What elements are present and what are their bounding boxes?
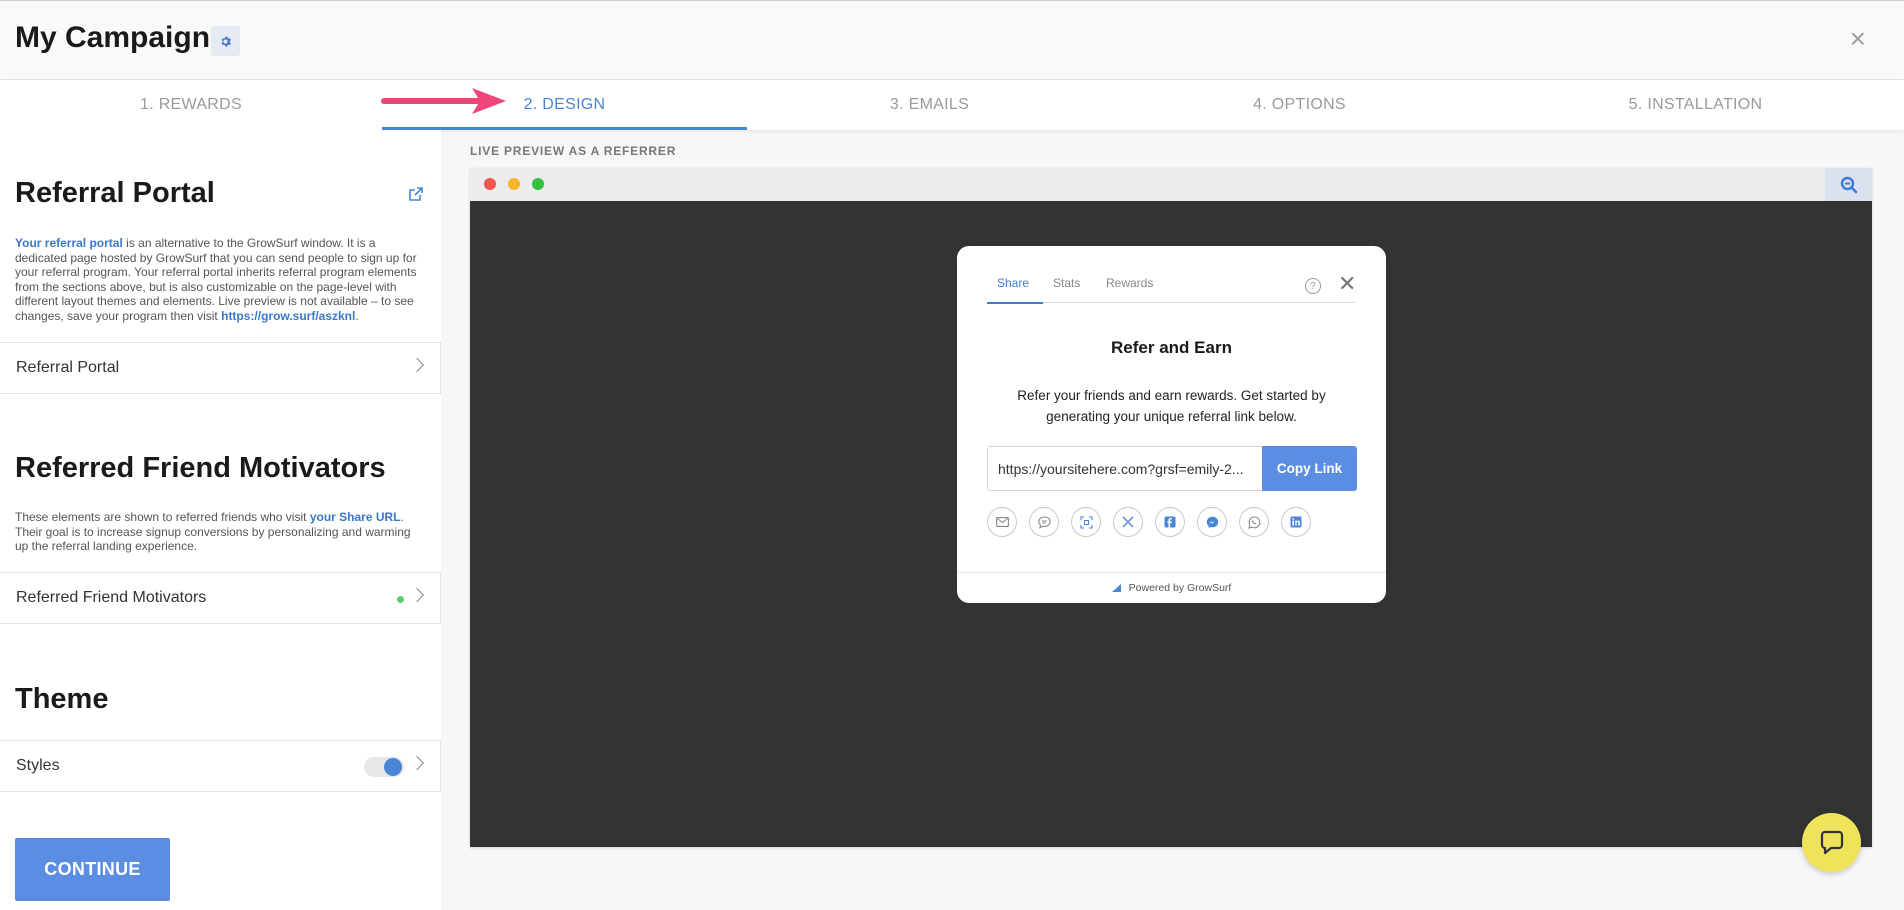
row-label: Styles [16, 757, 60, 774]
arrow-right-annotation [381, 88, 506, 114]
tab-options[interactable]: 4. OPTIONS [1112, 80, 1487, 130]
tab-emails[interactable]: 3. EMAILS [747, 80, 1112, 130]
widget-title: Refer and Earn [1111, 338, 1232, 357]
share-url-link[interactable]: your Share URL [310, 510, 401, 524]
share-icons [987, 507, 1323, 537]
page-title: My Campaign [15, 21, 211, 54]
widget-tab-indicator [987, 302, 1043, 304]
settings-button[interactable] [211, 26, 240, 56]
chevron-right-icon [409, 587, 425, 603]
help-icon[interactable]: ? [1305, 278, 1321, 294]
portal-url-link[interactable]: https://grow.surf/aszknl [221, 309, 355, 323]
referral-portal-link[interactable]: Your referral portal [15, 236, 123, 250]
referral-link-field[interactable]: https://yoursitehere.com?grsf=emily-2... [987, 446, 1263, 491]
row-label: Referred Friend Motivators [16, 589, 207, 606]
external-link-icon[interactable] [407, 185, 425, 203]
linkedin-icon[interactable] [1281, 507, 1311, 537]
chat-icon [1820, 830, 1843, 854]
gear-icon [221, 36, 231, 47]
motivators-heading: Referred Friend Motivators [15, 452, 386, 484]
zoom-out-icon [1840, 176, 1857, 193]
x-icon[interactable] [1113, 507, 1143, 537]
widget-close-icon[interactable]: ✕ [1338, 273, 1356, 295]
tab-rewards[interactable]: 1. REWARDS [0, 80, 382, 130]
referral-portal-heading: Referral Portal [15, 177, 215, 209]
referral-portal-row[interactable]: Referral Portal [0, 342, 441, 394]
referral-portal-description: Your referral portal is an alternative t… [15, 236, 417, 323]
motivators-description: These elements are shown to referred fri… [15, 510, 411, 553]
widget-tab-share[interactable]: Share [997, 276, 1029, 290]
zoom-button[interactable] [1825, 168, 1872, 201]
theme-heading: Theme [15, 683, 109, 715]
styles-row[interactable]: Styles [0, 740, 441, 792]
widget-tab-rewards[interactable]: Rewards [1106, 276, 1153, 290]
referral-widget: Share Stats Rewards ? ✕ Refer and Earn R… [957, 246, 1386, 603]
email-icon[interactable] [987, 507, 1017, 537]
chevron-right-icon [409, 755, 425, 771]
widget-footer: Powered by GrowSurf [957, 572, 1386, 603]
close-dot [484, 178, 496, 190]
browser-toolbar [470, 168, 1872, 201]
powered-by-text[interactable]: Powered by GrowSurf [1129, 582, 1232, 594]
chat-button[interactable] [1802, 813, 1861, 872]
widget-tabs: Share Stats Rewards [987, 276, 1356, 304]
motivators-row[interactable]: Referred Friend Motivators [0, 572, 441, 624]
maximize-dot [532, 178, 544, 190]
widget-tab-stats[interactable]: Stats [1053, 276, 1080, 290]
status-dot [397, 596, 404, 603]
chevron-right-icon [409, 357, 425, 373]
widget-description: Refer your friends and earn rewards. Get… [1017, 388, 1326, 424]
qr-code-icon[interactable] [1071, 507, 1101, 537]
sms-icon[interactable] [1029, 507, 1059, 537]
styles-toggle[interactable] [364, 757, 404, 777]
top-bar: My Campaign × [0, 0, 1904, 80]
growsurf-logo-icon [1111, 584, 1121, 592]
tab-installation[interactable]: 5. INSTALLATION [1487, 80, 1904, 130]
messenger-icon[interactable] [1197, 507, 1227, 537]
preview-label: LIVE PREVIEW AS A REFERRER [470, 144, 677, 158]
facebook-icon[interactable] [1155, 507, 1185, 537]
close-icon[interactable]: × [1850, 25, 1866, 53]
whatsapp-icon[interactable] [1239, 507, 1269, 537]
continue-button[interactable]: CONTINUE [15, 838, 170, 901]
minimize-dot [508, 178, 520, 190]
row-label: Referral Portal [16, 359, 120, 376]
copy-link-button[interactable]: Copy Link [1262, 446, 1357, 491]
step-tabs: 1. REWARDS 2. DESIGN 3. EMAILS 4. OPTION… [0, 80, 1904, 130]
